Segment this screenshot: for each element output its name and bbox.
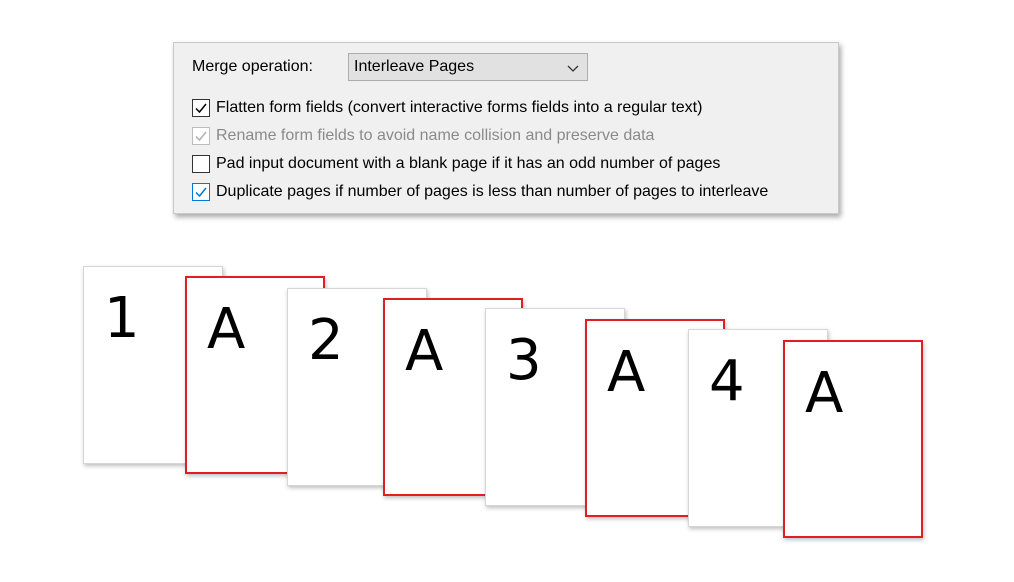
rename-form-fields-checkbox: [192, 127, 210, 145]
page-number: 1: [104, 286, 140, 351]
rename-form-fields-label: Rename form fields to avoid name collisi…: [216, 127, 655, 144]
merge-options-panel: Merge operation: Interleave Pages Flatte…: [173, 42, 839, 214]
rename-form-fields-option: Rename form fields to avoid name collisi…: [192, 124, 654, 148]
merge-operation-label: Merge operation:: [192, 58, 313, 75]
duplicate-pages-label: Duplicate pages if number of pages is le…: [216, 183, 769, 200]
page-number: 3: [506, 328, 542, 393]
flatten-form-fields-checkbox[interactable]: [192, 99, 210, 117]
duplicate-page-sheet: A: [783, 340, 923, 538]
checkmark-icon: [195, 103, 207, 114]
duplicate-pages-option[interactable]: Duplicate pages if number of pages is le…: [192, 180, 768, 204]
flatten-form-fields-label: Flatten form fields (convert interactive…: [216, 99, 703, 116]
page-letter: A: [805, 361, 844, 426]
checkmark-icon: [195, 187, 207, 198]
page-letter: A: [607, 340, 646, 405]
page-number: 2: [308, 308, 344, 373]
merge-operation-value: Interleave Pages: [354, 58, 475, 75]
page-number: 4: [709, 349, 745, 414]
flatten-form-fields-option[interactable]: Flatten form fields (convert interactive…: [192, 96, 702, 120]
chevron-down-icon: [567, 61, 579, 73]
checkmark-icon: [195, 131, 207, 142]
merge-operation-dropdown[interactable]: Interleave Pages: [348, 53, 588, 81]
pad-input-document-label: Pad input document with a blank page if …: [216, 155, 721, 172]
merge-operation-row: Merge operation: Interleave Pages: [192, 52, 588, 82]
pad-input-document-option[interactable]: Pad input document with a blank page if …: [192, 152, 720, 176]
duplicate-pages-checkbox[interactable]: [192, 183, 210, 201]
page-letter: A: [207, 297, 246, 362]
pad-input-document-checkbox[interactable]: [192, 155, 210, 173]
page-letter: A: [405, 319, 444, 384]
